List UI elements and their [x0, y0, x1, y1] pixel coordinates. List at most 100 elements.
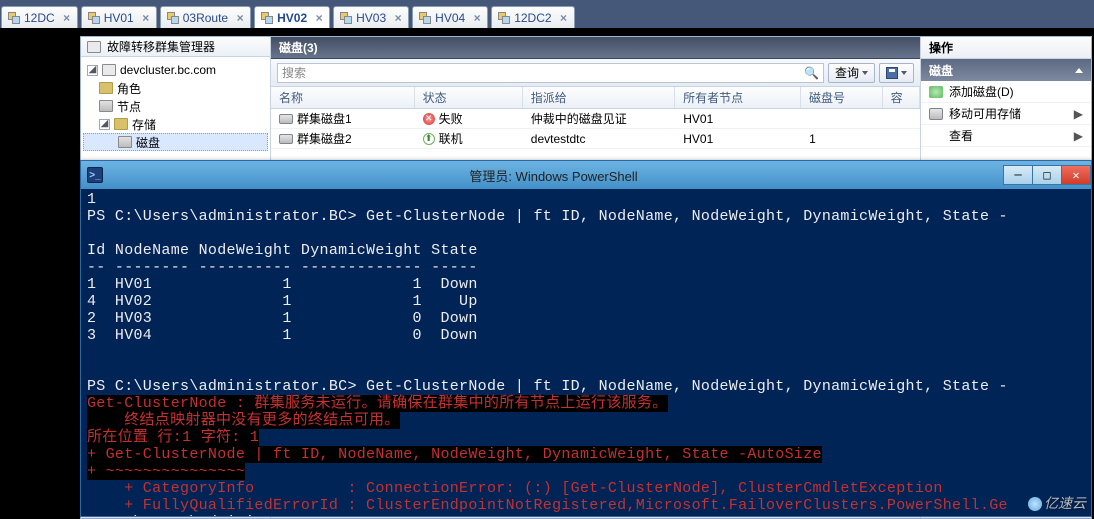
- collapse-icon[interactable]: ◢: [99, 119, 110, 130]
- actions-title: 操作: [921, 37, 1091, 59]
- col-capacity[interactable]: 容: [883, 87, 920, 108]
- action-view[interactable]: 查看 ▶: [921, 125, 1091, 147]
- cell: 1: [809, 132, 816, 146]
- chevron-right-icon: ▶: [1074, 129, 1083, 143]
- chevron-down-icon: [862, 71, 868, 75]
- close-icon[interactable]: ×: [471, 12, 483, 24]
- tab-label: HV02: [277, 11, 307, 25]
- tab-hv02[interactable]: HV02 ×: [254, 6, 330, 28]
- powershell-titlebar[interactable]: >_ 管理员: Windows PowerShell ─ □ ✕: [81, 161, 1091, 189]
- tree-node-storage[interactable]: ◢ 存储: [83, 115, 268, 133]
- query-button[interactable]: 查询: [828, 63, 875, 83]
- cell: HV01: [683, 112, 713, 126]
- tab-hv03[interactable]: HV03 ×: [333, 6, 409, 28]
- tree: ◢ devcluster.bc.com 角色 节点 ◢ 存储 磁盘: [81, 57, 270, 155]
- col-owner[interactable]: 所有者节点: [675, 87, 801, 108]
- action-move-storage[interactable]: 移动可用存储 ▶: [921, 103, 1091, 125]
- table-row[interactable]: 群集磁盘2 ⬆ 联机 devtestdtc HV01 1: [271, 129, 920, 149]
- folder-icon: [99, 82, 113, 94]
- actions-section[interactable]: 磁盘: [921, 59, 1091, 81]
- close-button[interactable]: ✕: [1061, 165, 1091, 185]
- cell: 联机: [439, 130, 463, 147]
- tree-title-label: 故障转移群集管理器: [107, 38, 215, 55]
- cluster-icon: [102, 64, 116, 76]
- cell: [883, 129, 920, 148]
- cell: 失败: [439, 110, 463, 127]
- tab-12dc2[interactable]: 12DC2 ×: [491, 6, 574, 28]
- tree-node-disks[interactable]: 磁盘: [83, 133, 268, 151]
- add-disk-icon: [929, 86, 943, 98]
- powershell-window: >_ 管理员: Windows PowerShell ─ □ ✕ 1 PS C:…: [80, 160, 1092, 517]
- tab-label: 12DC: [24, 11, 55, 25]
- content-title: 磁盘(3): [271, 37, 920, 59]
- tab-label: 03Route: [183, 11, 228, 25]
- col-name[interactable]: 名称: [271, 87, 415, 108]
- powershell-console[interactable]: 1 PS C:\Users\administrator.BC> Get-Clus…: [81, 189, 1091, 516]
- folder-icon: [114, 118, 128, 130]
- actions-title-label: 操作: [929, 39, 953, 56]
- tab-label: HV01: [104, 11, 134, 25]
- content-toolbar: 搜索 🔍 查询: [271, 59, 920, 87]
- chevron-right-icon: ▶: [1074, 107, 1083, 121]
- tab-hv04[interactable]: HV04 ×: [412, 6, 488, 28]
- tab-label: HV04: [435, 11, 465, 25]
- search-icon[interactable]: 🔍: [804, 66, 819, 80]
- close-icon[interactable]: ×: [392, 12, 404, 24]
- server-icon: [340, 12, 352, 24]
- disk-icon: [118, 136, 132, 148]
- maximize-button[interactable]: □: [1032, 165, 1062, 185]
- tree-label: 存储: [132, 116, 156, 133]
- cell: devtestdtc: [531, 132, 586, 146]
- tree-label: 角色: [117, 80, 141, 97]
- content-title-label: 磁盘(3): [279, 39, 318, 56]
- tree-node-cluster[interactable]: ◢ devcluster.bc.com: [83, 61, 268, 79]
- close-icon[interactable]: ×: [313, 12, 325, 24]
- tree-label: 磁盘: [136, 134, 160, 151]
- chevron-up-icon: [1075, 68, 1083, 73]
- cell: [883, 109, 920, 128]
- tree-title: 故障转移群集管理器: [81, 37, 270, 57]
- blank-icon: [929, 130, 943, 142]
- server-icon: [419, 12, 431, 24]
- server-icon: [261, 12, 273, 24]
- action-label: 查看: [949, 127, 973, 144]
- close-icon[interactable]: ×: [558, 12, 570, 24]
- close-icon[interactable]: ×: [61, 12, 73, 24]
- tree-node-roles[interactable]: 角色: [83, 79, 268, 97]
- save-button[interactable]: [879, 63, 914, 83]
- collapse-icon[interactable]: ◢: [87, 65, 98, 76]
- cell: 群集磁盘1: [297, 110, 352, 127]
- tab-03route[interactable]: 03Route ×: [160, 6, 251, 28]
- tab-strip: 12DC × HV01 × 03Route × HV02 × HV03 × HV04 × 1…: [0, 0, 1094, 28]
- tab-label: 12DC2: [514, 11, 551, 25]
- window-title: 管理员: Windows PowerShell: [103, 166, 1004, 185]
- close-icon[interactable]: ×: [140, 12, 152, 24]
- tab-label: HV03: [356, 11, 386, 25]
- server-icon: [498, 12, 510, 24]
- tab-12dc[interactable]: 12DC ×: [1, 6, 78, 28]
- query-label: 查询: [835, 64, 859, 81]
- search-placeholder: 搜索: [282, 64, 306, 81]
- action-label: 移动可用存储: [949, 105, 1021, 122]
- chevron-down-icon: [901, 71, 907, 75]
- cell: HV01: [683, 132, 713, 146]
- move-storage-icon: [929, 108, 943, 120]
- tab-hv01[interactable]: HV01 ×: [81, 6, 157, 28]
- cell: 群集磁盘2: [297, 130, 352, 147]
- search-input[interactable]: 搜索 🔍: [277, 63, 824, 83]
- table-row[interactable]: 群集磁盘1 ✕失败 仲裁中的磁盘见证 HV01: [271, 109, 920, 129]
- server-icon: [167, 12, 179, 24]
- disk-icon: [279, 114, 293, 124]
- table-header: 名称 状态 指派给 所有者节点 磁盘号 容: [271, 87, 920, 109]
- disk-icon: [279, 134, 293, 144]
- save-icon: [886, 67, 898, 79]
- minimize-button[interactable]: ─: [1003, 165, 1033, 185]
- action-add-disk[interactable]: 添加磁盘(D): [921, 81, 1091, 103]
- close-icon[interactable]: ×: [234, 12, 246, 24]
- powershell-icon: >_: [87, 167, 103, 183]
- tree-node-nodes[interactable]: 节点: [83, 97, 268, 115]
- col-assigned[interactable]: 指派给: [523, 87, 675, 108]
- status-ok-icon: ⬆: [423, 133, 435, 145]
- col-status[interactable]: 状态: [415, 87, 523, 108]
- col-disknum[interactable]: 磁盘号: [801, 87, 883, 108]
